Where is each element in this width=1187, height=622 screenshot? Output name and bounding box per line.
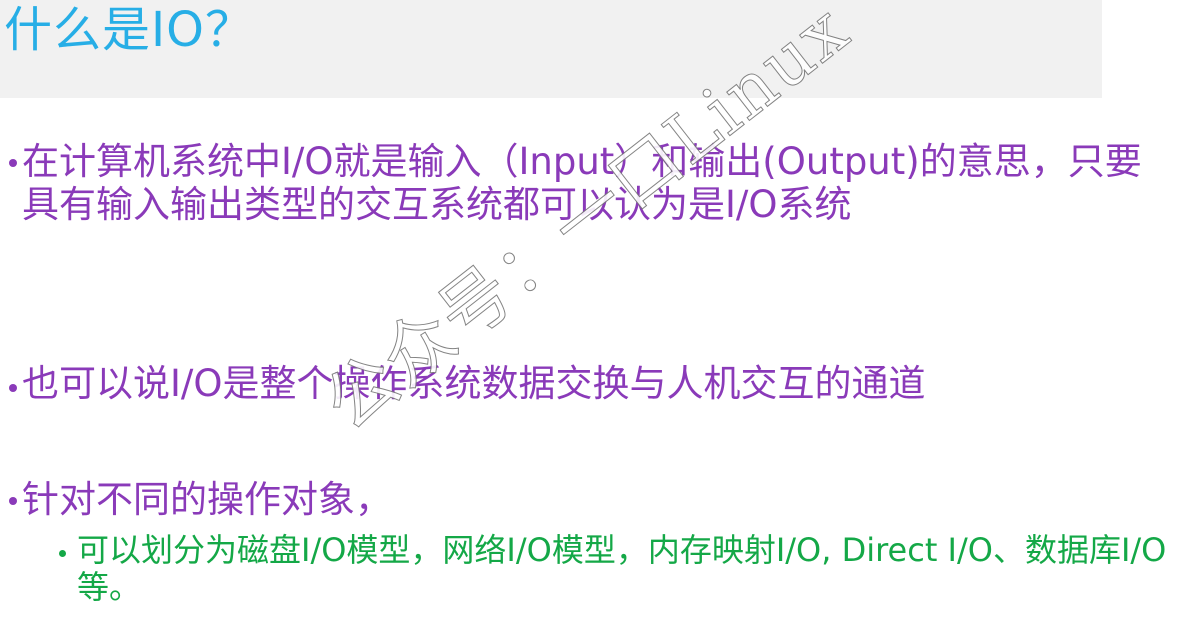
bullet-dot-icon [59, 550, 66, 557]
bullet-text: 针对不同的操作对象， [22, 478, 392, 521]
sub-bullet-text: 可以划分为磁盘I/O模型，网络I/O模型，内存映射I/O, Direct I/O… [77, 531, 1167, 606]
bullet-text: 也可以说I/O是整个操作系统数据交换与人机交互的通道 [22, 362, 926, 405]
bullet-text: 在计算机系统中I/O就是输入（Input）和输出(Output)的意思，只要具有… [22, 140, 1142, 226]
bullet-dot-icon [9, 497, 17, 505]
bullet-dot-icon [9, 384, 17, 392]
bullet-dot-icon [9, 159, 17, 167]
slide-body: 在计算机系统中I/O就是输入（Input）和输出(Output)的意思，只要具有… [0, 0, 1187, 622]
